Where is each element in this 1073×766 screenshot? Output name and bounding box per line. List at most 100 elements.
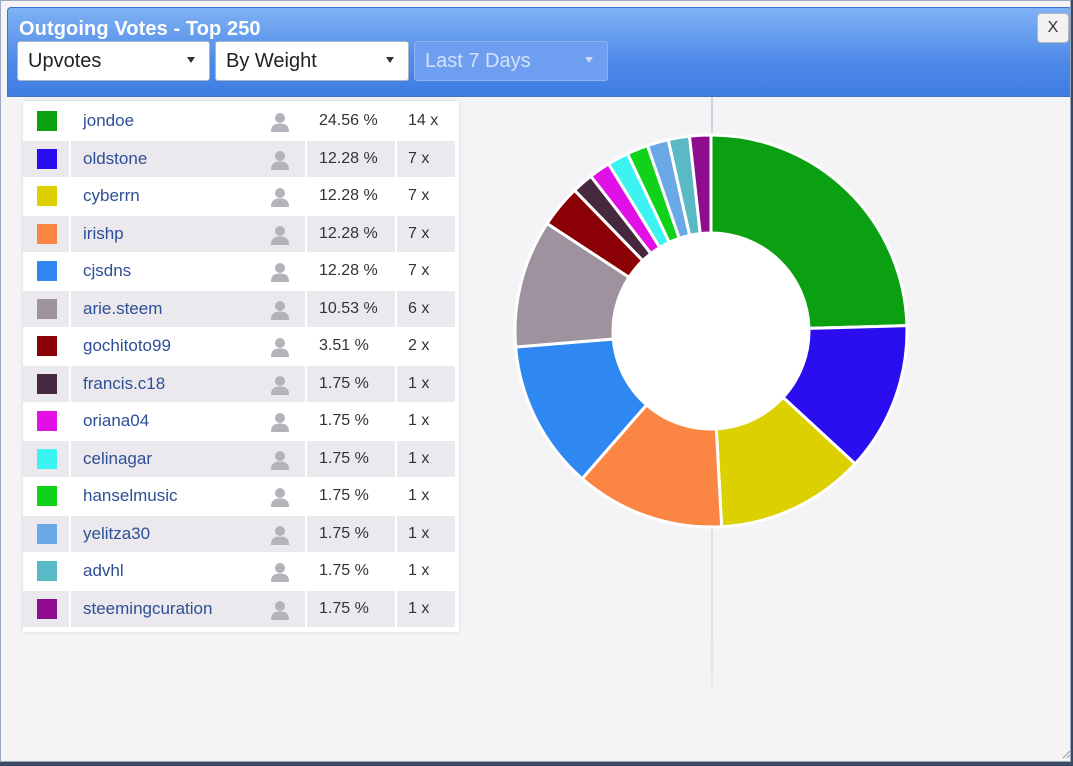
cell-separator — [395, 253, 397, 289]
caret-down-icon — [187, 57, 195, 63]
cell-separator — [395, 328, 397, 364]
cell-separator — [305, 365, 307, 402]
user-profile-icon[interactable] — [269, 111, 291, 133]
cell-separator — [69, 328, 71, 364]
color-swatch — [37, 448, 57, 469]
color-swatch — [37, 486, 57, 506]
cell-separator — [69, 290, 71, 327]
voter-name-link[interactable]: arie.steem — [83, 299, 162, 319]
user-profile-icon[interactable] — [269, 224, 291, 246]
cell-separator — [305, 253, 307, 289]
voter-name-link[interactable]: oldstone — [83, 149, 147, 169]
cell-separator — [69, 403, 71, 439]
cell-separator — [395, 553, 397, 589]
period-select-value: Last 7 Days — [425, 49, 531, 72]
vote-percent: 12.28 % — [319, 187, 378, 204]
voter-name-link[interactable]: hanselmusic — [83, 486, 178, 506]
close-button[interactable]: X — [1037, 13, 1069, 43]
voter-name-link[interactable]: cjsdns — [83, 261, 131, 281]
vote-percent: 1.75 % — [319, 524, 369, 542]
user-profile-icon[interactable] — [269, 486, 291, 508]
caret-down-icon — [386, 57, 394, 63]
caret-down-icon — [585, 57, 593, 63]
user-profile-icon[interactable] — [269, 599, 291, 621]
cell-separator — [305, 440, 307, 477]
cell-separator — [69, 590, 71, 627]
voter-name-link[interactable]: advhl — [83, 561, 124, 581]
vote-percent: 1.75 % — [319, 374, 369, 392]
cell-separator — [395, 103, 397, 139]
vote-row: oldstone 12.28 % 7 x — [23, 140, 455, 177]
vote-count: 7 x — [408, 149, 430, 167]
cell-separator — [305, 290, 307, 327]
user-profile-icon[interactable] — [269, 411, 291, 433]
voter-name-link[interactable]: jondoe — [83, 111, 134, 131]
resize-grip-icon[interactable] — [1061, 749, 1071, 759]
cell-separator — [395, 140, 397, 177]
sort-select[interactable]: By Weight — [215, 41, 409, 81]
cell-separator — [395, 590, 397, 627]
color-swatch — [37, 298, 57, 319]
cell-separator — [395, 478, 397, 514]
cell-separator — [395, 515, 397, 552]
vote-percent: 10.53 % — [319, 299, 378, 317]
user-profile-icon[interactable] — [269, 299, 291, 321]
vote-row: gochitoto99 3.51 % 2 x — [23, 328, 455, 364]
voter-name-link[interactable]: francis.c18 — [83, 374, 165, 394]
cell-separator — [395, 403, 397, 439]
vote-type-select[interactable]: Upvotes — [17, 41, 210, 81]
vote-type-select-value: Upvotes — [28, 49, 102, 72]
user-profile-icon[interactable] — [269, 261, 291, 283]
color-swatch — [37, 373, 57, 394]
voter-name-link[interactable]: cyberrn — [83, 186, 140, 206]
cell-separator — [69, 103, 71, 139]
cell-separator — [305, 328, 307, 364]
vote-percent: 12.28 % — [319, 149, 378, 167]
cell-separator — [305, 178, 307, 214]
user-profile-icon[interactable] — [269, 336, 291, 358]
cell-separator — [69, 178, 71, 214]
user-profile-icon[interactable] — [269, 561, 291, 583]
cell-separator — [305, 140, 307, 177]
cell-separator — [69, 515, 71, 552]
vote-percent: 3.51 % — [319, 337, 369, 354]
color-swatch — [37, 336, 57, 356]
vote-count: 1 x — [408, 524, 430, 542]
dialog-title: Outgoing Votes - Top 250 — [19, 18, 261, 40]
voter-name-link[interactable]: irishp — [83, 224, 124, 244]
cell-separator — [305, 553, 307, 589]
vote-row: steemingcuration 1.75 % 1 x — [23, 590, 455, 627]
vote-row: hanselmusic 1.75 % 1 x — [23, 478, 455, 514]
user-profile-icon[interactable] — [269, 524, 291, 546]
vote-count: 1 x — [408, 487, 430, 504]
voter-name-link[interactable]: yelitza30 — [83, 524, 150, 544]
period-select[interactable]: Last 7 Days — [414, 41, 608, 81]
user-profile-icon[interactable] — [269, 186, 291, 208]
cell-separator — [69, 215, 71, 252]
vote-row: yelitza30 1.75 % 1 x — [23, 515, 455, 552]
cell-separator — [395, 440, 397, 477]
user-profile-icon[interactable] — [269, 449, 291, 471]
vote-percent: 12.28 % — [319, 224, 378, 242]
vote-count: 1 x — [408, 374, 430, 392]
vote-row: celinagar 1.75 % 1 x — [23, 440, 455, 477]
cell-separator — [69, 253, 71, 289]
vote-row: oriana04 1.75 % 1 x — [23, 403, 455, 439]
cell-separator — [305, 478, 307, 514]
vote-count: 6 x — [408, 299, 430, 317]
vote-row: irishp 12.28 % 7 x — [23, 215, 455, 252]
voter-name-link[interactable]: steemingcuration — [83, 599, 212, 619]
voter-name-link[interactable]: celinagar — [83, 449, 152, 469]
vote-row: arie.steem 10.53 % 6 x — [23, 290, 455, 327]
cell-separator — [305, 403, 307, 439]
cell-separator — [305, 215, 307, 252]
user-profile-icon[interactable] — [269, 374, 291, 396]
voter-name-link[interactable]: gochitoto99 — [83, 336, 171, 356]
cell-separator — [305, 515, 307, 552]
vote-count: 7 x — [408, 187, 430, 204]
vote-count: 7 x — [408, 262, 430, 279]
voter-name-link[interactable]: oriana04 — [83, 411, 149, 431]
user-profile-icon[interactable] — [269, 149, 291, 171]
donut-hole — [614, 234, 808, 428]
vote-count: 1 x — [408, 412, 430, 429]
